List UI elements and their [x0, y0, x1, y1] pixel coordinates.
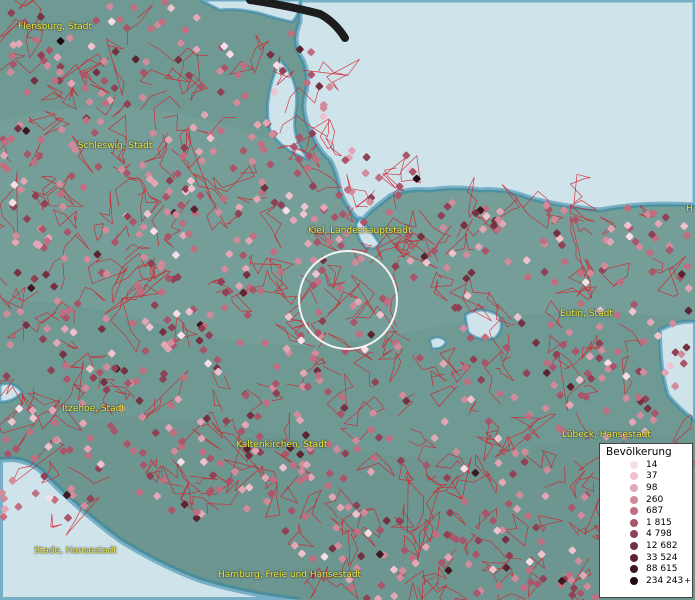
place-label-flensburg: Flensburg, Stadt: [18, 22, 92, 32]
legend-label: 88 615: [646, 564, 678, 575]
legend-label: 260: [646, 494, 664, 505]
place-label-schleswig: Schleswig, Stadt: [78, 141, 153, 151]
legend-label: 687: [646, 506, 664, 517]
legend-swatch: [630, 507, 638, 516]
place-label-kaltenkirchen: Kaltenkirchen, Stadt: [236, 440, 328, 450]
legend-item: 37: [600, 471, 692, 483]
legend-swatch: [630, 495, 638, 504]
legend-suffix: +: [684, 576, 691, 586]
legend-item: 14: [600, 459, 692, 471]
legend-item: 234 243 +: [600, 575, 692, 587]
legend-label: 33 524: [646, 552, 678, 563]
legend-label: 14: [646, 459, 658, 470]
legend-swatch: [630, 553, 638, 562]
legend-item: 1 815: [600, 517, 692, 529]
legend-swatch: [630, 576, 638, 585]
baltic-sea: [293, 0, 695, 226]
legend-item: 88 615: [600, 563, 692, 575]
place-label-kiel: Kiel, Landeshauptstadt: [308, 226, 412, 236]
legend-label: 4 798: [646, 529, 672, 540]
legend-label: 12 682: [646, 540, 678, 551]
place-label-edge: H: [686, 204, 693, 214]
place-label-stade: Stade, Hansestadt: [34, 546, 117, 556]
small-lake: [428, 336, 448, 350]
place-label-luebeck: Lübeck, Hansestadt: [562, 430, 651, 440]
legend-label: 37: [646, 471, 658, 482]
legend-label: 98: [646, 482, 658, 493]
legend-swatch: [630, 483, 638, 492]
place-label-eutin: Eutin, Stadt: [560, 309, 613, 319]
legend-title: Bevölkerung: [606, 446, 672, 458]
legend-swatch: [630, 565, 638, 574]
legend-item: 33 524: [600, 552, 692, 564]
legend-swatch: [630, 530, 638, 539]
legend-label: 1 815: [646, 517, 672, 528]
legend-item: 687: [600, 505, 692, 517]
legend-swatch: [630, 541, 638, 550]
legend-item: 12 682: [600, 540, 692, 552]
legend-swatch: [630, 518, 638, 527]
legend-item: 4 798: [600, 529, 692, 541]
legend-items: 14 37 98 260 687 1 815 4 798 12 682 33 524 88 615…: [600, 459, 692, 587]
place-label-itzehoe: Itzehoe, Stadt: [62, 404, 125, 414]
legend-swatch: [630, 472, 638, 481]
legend-item: 98: [600, 482, 692, 494]
selection-circle[interactable]: [298, 250, 398, 350]
map-view[interactable]: Flensburg, Stadt Schleswig, Stadt Kiel, …: [0, 0, 695, 600]
legend-item: 260: [600, 494, 692, 506]
legend-swatch: [630, 460, 638, 469]
place-label-hamburg: Hamburg, Freie und Hansestadt: [218, 570, 362, 580]
population-legend: Bevölkerung 14 37 98 260 687 1 815 4 798 12 682…: [599, 443, 693, 598]
legend-label: 234 243: [646, 575, 684, 586]
